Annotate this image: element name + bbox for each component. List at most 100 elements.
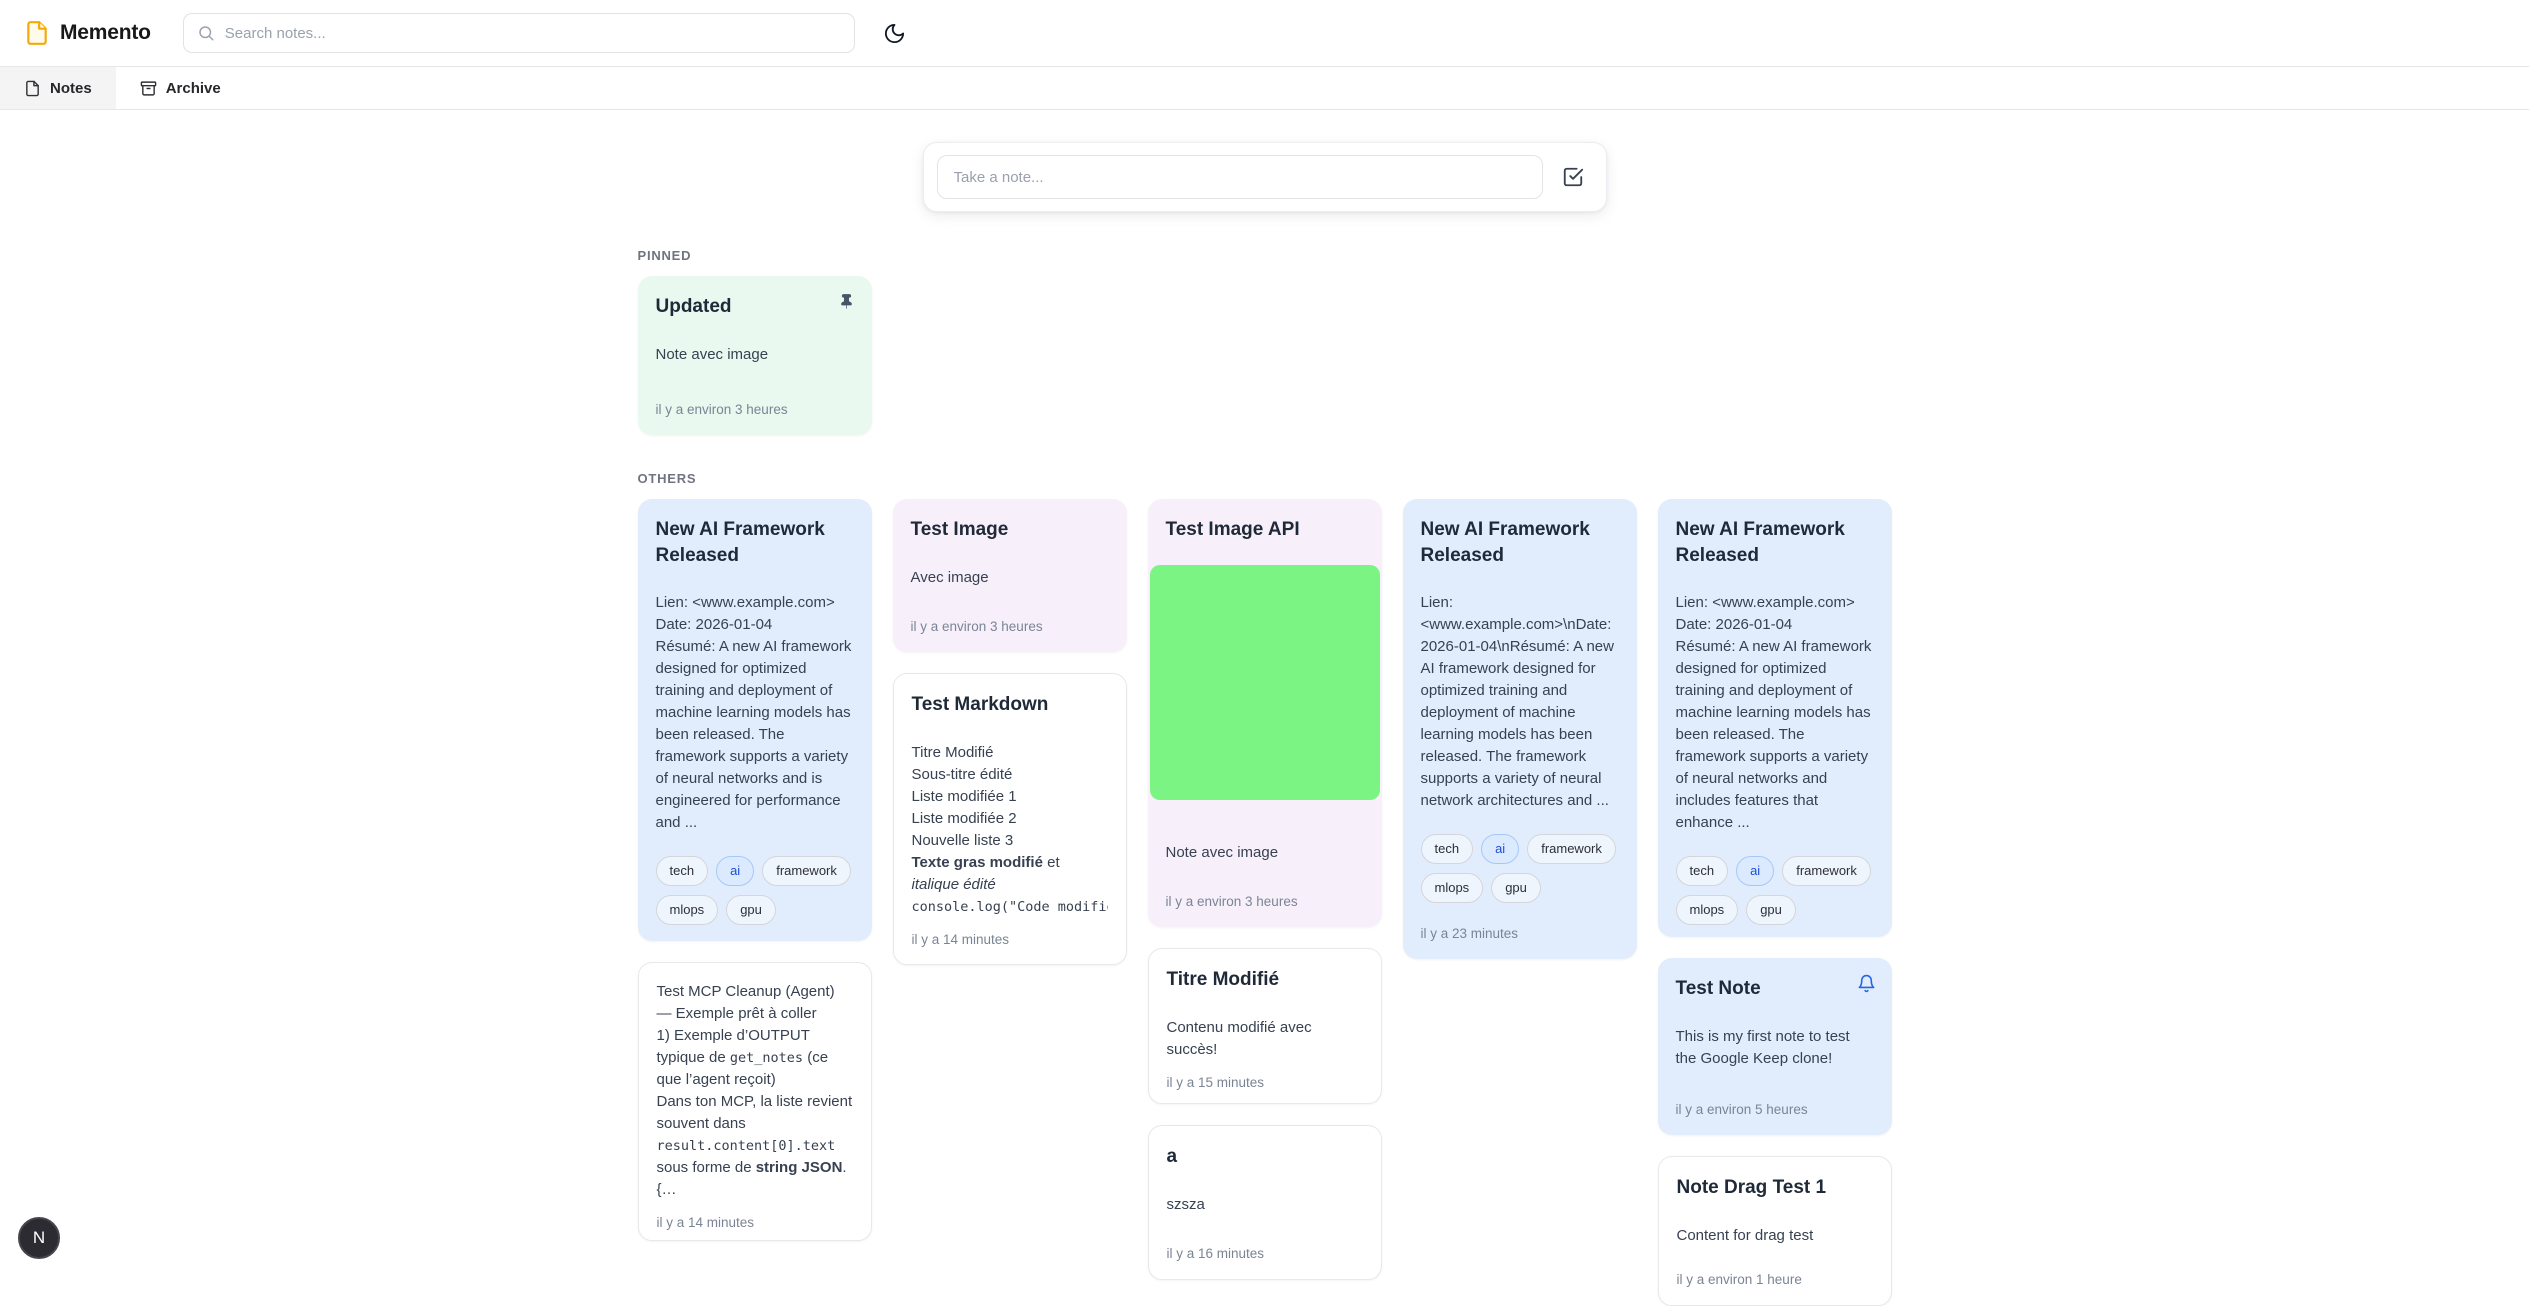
note-body: Lien: <www.example.com> Date: 2026-01-04… [656,592,854,834]
brand: Memento [24,20,151,46]
note-timestamp: il y a environ 3 heures [656,388,854,417]
note-card-ai-framework-3[interactable]: New AI Framework Released Lien: <www.exa… [1658,499,1892,937]
file-icon [24,80,41,97]
app-header: Memento [0,0,2529,66]
note-timestamp: il y a environ 3 heures [1166,880,1364,909]
pin-icon[interactable] [835,289,859,313]
note-card-drag-test[interactable]: Note Drag Test 1 Content for drag test i… [1658,1156,1892,1306]
note-timestamp: il y a environ 1 heure [1677,1258,1873,1287]
note-body: This is my first note to test the Google… [1676,1026,1874,1070]
note-title: Test Image [911,517,1109,543]
note-card-test-note[interactable]: Test Note This is my first note to test … [1658,958,1892,1135]
search-input[interactable] [225,25,841,42]
app-title: Memento [60,21,151,45]
note-title: Test Markdown [912,692,1108,718]
tab-notes[interactable]: Notes [0,67,116,109]
note-body: Note avec image [1166,842,1364,864]
note-title: New AI Framework Released [1421,517,1619,568]
note-card-test-image[interactable]: Test Image Avec image il y a environ 3 h… [893,499,1127,652]
tab-bar: Notes Archive [0,66,2529,110]
tag-chip[interactable]: tech [1421,834,1474,864]
note-card-ai-framework-2[interactable]: New AI Framework Released Lien: <www.exa… [1403,499,1637,959]
tag-chip[interactable]: framework [1782,856,1871,886]
tag-list: tech ai framework mlops gpu [656,856,854,925]
note-body: Content for drag test [1677,1225,1873,1247]
tag-chip[interactable]: framework [762,856,851,886]
note-title: Updated [656,294,854,320]
user-avatar-button[interactable]: N [18,1217,60,1259]
note-timestamp: il y a 14 minutes [912,918,1108,947]
note-title: Test Note [1676,976,1874,1002]
checkbox-icon [1562,166,1584,188]
note-card-titre-modifie[interactable]: Titre Modifié Contenu modifié avec succè… [1148,948,1382,1104]
notes-grid: New AI Framework Released Lien: <www.exa… [638,499,1892,1306]
note-card-mcp-cleanup[interactable]: Test MCP Cleanup (Agent) — Exemple prêt … [638,962,872,1241]
section-label-pinned: PINNED [638,248,1892,263]
moon-icon [883,22,906,45]
tag-chip[interactable]: mlops [1676,895,1739,925]
search-icon [197,24,215,42]
note-body: Note avec image [656,344,854,366]
note-title: New AI Framework Released [656,517,854,568]
main-content: PINNED Updated Note avec image il y a en… [638,142,1892,1306]
grid-column-3: Test Image API Note avec image il y a en… [1148,499,1382,1280]
tag-chip-ai[interactable]: ai [1736,856,1774,886]
tag-chip-ai[interactable]: ai [1481,834,1519,864]
avatar-initial: N [33,1228,45,1248]
grid-column-2: Test Image Avec image il y a environ 3 h… [893,499,1127,965]
note-card-ai-framework-1[interactable]: New AI Framework Released Lien: <www.exa… [638,499,872,941]
tab-archive[interactable]: Archive [116,67,245,109]
pinned-row: Updated Note avec image il y a environ 3… [638,276,1892,435]
note-title: a [1167,1144,1363,1170]
note-body: Titre Modifié Sous-titre édité Liste mod… [912,742,1108,918]
section-label-others: OTHERS [638,471,1892,486]
grid-column-4: New AI Framework Released Lien: <www.exa… [1403,499,1637,959]
take-a-note-input[interactable] [937,155,1543,199]
note-timestamp: il y a 16 minutes [1167,1232,1363,1261]
inline-code: get_notes [730,1050,803,1066]
new-checklist-button[interactable] [1553,157,1593,197]
tag-list: tech ai framework mlops gpu [1676,856,1874,925]
note-card-test-image-api[interactable]: Test Image API Note avec image il y a en… [1148,499,1382,927]
tab-notes-label: Notes [50,80,92,97]
note-timestamp: il y a environ 3 heures [911,605,1109,634]
app-logo-document-icon [24,20,50,46]
note-timestamp: il y a 23 minutes [656,925,854,941]
tag-chip-ai[interactable]: ai [716,856,754,886]
note-title: New AI Framework Released [1676,517,1874,568]
note-timestamp: il y a 23 minutes [1421,912,1619,941]
tag-list: tech ai framework mlops gpu [1421,834,1619,903]
tag-chip[interactable]: gpu [1491,873,1541,903]
note-title: Titre Modifié [1167,967,1363,993]
theme-toggle-button[interactable] [877,15,913,51]
note-body: Contenu modifié avec succès! [1167,1017,1363,1061]
bell-icon[interactable] [1855,971,1879,995]
note-timestamp: il y a 14 minutes [657,1201,853,1230]
tag-chip[interactable]: tech [1676,856,1729,886]
tag-chip[interactable]: gpu [726,895,776,925]
note-body: Lien: <www.example.com>\nDate: 2026-01-0… [1421,592,1619,812]
grid-column-1: New AI Framework Released Lien: <www.exa… [638,499,872,1241]
note-card-test-markdown[interactable]: Test Markdown Titre Modifié Sous-titre é… [893,673,1127,965]
note-timestamp: il y a environ 5 heures [1676,1088,1874,1117]
archive-icon [140,80,157,97]
code-line: console.log("Code modifié avec succès") [912,896,1108,918]
tag-chip[interactable]: framework [1527,834,1616,864]
inline-code: result.content[0].text [657,1138,836,1154]
tag-chip[interactable]: mlops [656,895,719,925]
note-body: szsza [1167,1194,1363,1216]
note-card-updated[interactable]: Updated Note avec image il y a environ 3… [638,276,872,435]
note-image-green [1150,565,1380,800]
tag-chip[interactable]: gpu [1746,895,1796,925]
note-composer [923,142,1607,212]
note-card-a[interactable]: a szsza il y a 16 minutes [1148,1125,1382,1280]
tag-chip[interactable]: mlops [1421,873,1484,903]
search-box [183,13,855,53]
note-title: Test Image API [1166,517,1364,543]
note-body: Avec image [911,567,1109,589]
tag-chip[interactable]: tech [656,856,709,886]
tab-archive-label: Archive [166,80,221,97]
grid-column-5: New AI Framework Released Lien: <www.exa… [1658,499,1892,1306]
note-timestamp: il y a 15 minutes [1167,1061,1363,1090]
note-body: Test MCP Cleanup (Agent) — Exemple prêt … [657,981,853,1201]
